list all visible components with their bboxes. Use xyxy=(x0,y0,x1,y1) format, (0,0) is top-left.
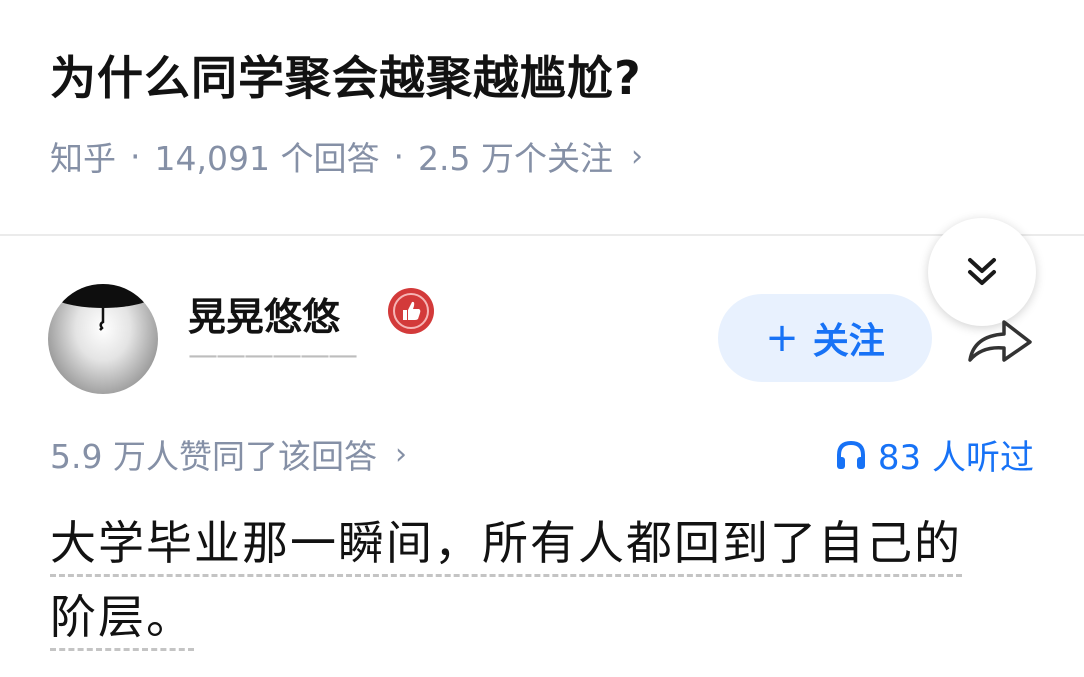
author-name[interactable]: 晃晃悠悠 xyxy=(188,286,340,341)
chevron-right-icon: › xyxy=(630,138,643,174)
answer-count: 14,091 个回答 xyxy=(154,139,380,178)
upvote-count: 5.9 万人赞同了该回答 xyxy=(50,437,377,476)
plus-icon: + xyxy=(765,315,799,361)
question-meta[interactable]: 知乎 · 14,091 个回答 · 2.5 万个关注 › xyxy=(50,132,643,180)
answer-line: 阶层。 xyxy=(50,580,1050,654)
question-source: 知乎 xyxy=(50,139,116,178)
upvote-summary[interactable]: 5.9 万人赞同了该回答 › xyxy=(50,430,407,478)
author-headline: —————— xyxy=(188,338,358,373)
chevron-right-icon: › xyxy=(394,436,407,472)
divider xyxy=(0,234,1084,236)
avatar[interactable] xyxy=(48,284,158,394)
chevron-double-down-icon xyxy=(968,258,996,285)
listen-count: 83 人听过 xyxy=(877,438,1034,478)
thumbs-up-badge-icon xyxy=(388,288,434,334)
answer-body[interactable]: 大学毕业那一瞬间，所有人都回到了自己的 阶层。 xyxy=(50,506,1050,654)
meta-separator: · xyxy=(130,136,141,176)
collapse-button[interactable] xyxy=(928,218,1036,326)
follow-button[interactable]: + 关注 xyxy=(718,294,932,382)
avatar-lamp-cord xyxy=(99,306,105,331)
listen-button[interactable]: 83 人听过 xyxy=(834,430,1034,479)
question-title[interactable]: 为什么同学聚会越聚越尴尬? xyxy=(50,42,642,108)
headphones-icon xyxy=(836,440,865,469)
answer-text-line-1: 大学毕业那一瞬间，所有人都回到了自己的 xyxy=(50,516,962,577)
follower-count: 2.5 万个关注 xyxy=(417,139,613,178)
meta-separator: · xyxy=(393,136,404,176)
follow-label: 关注 xyxy=(812,321,885,362)
share-arrow-icon[interactable] xyxy=(966,316,1036,366)
answer-line: 大学毕业那一瞬间，所有人都回到了自己的 xyxy=(50,506,1050,580)
answer-text-line-2: 阶层。 xyxy=(50,590,194,651)
